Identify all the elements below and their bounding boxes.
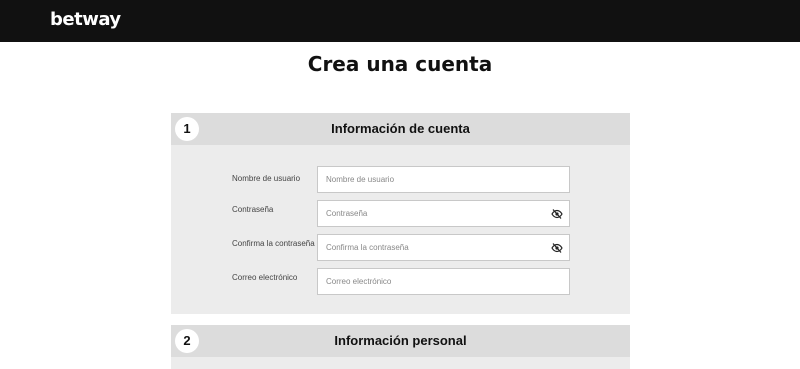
eye-slash-icon[interactable] xyxy=(551,242,563,254)
email-input[interactable] xyxy=(318,269,566,294)
email-label: Correo electrónico xyxy=(232,273,298,282)
username-row: Nombre de usuario xyxy=(171,166,630,193)
password-label: Contraseña xyxy=(232,205,274,214)
username-field-box xyxy=(317,166,570,193)
password-row: Contraseña xyxy=(171,200,630,227)
betway-logo[interactable]: betway xyxy=(50,9,121,31)
account-info-section: 1 Información de cuenta Nombre de usuari… xyxy=(171,113,630,314)
eye-slash-icon[interactable] xyxy=(551,208,563,220)
section-header: 2 Información personal xyxy=(171,325,630,357)
email-row: Correo electrónico xyxy=(171,268,630,295)
username-label: Nombre de usuario xyxy=(232,174,301,183)
personal-info-form xyxy=(171,357,630,369)
confirm-password-row: Confirma la contraseña xyxy=(171,234,630,261)
confirm-password-label: Confirma la contraseña xyxy=(232,239,315,248)
password-field-box xyxy=(317,200,570,227)
confirm-password-input[interactable] xyxy=(318,235,566,260)
section-title: Información personal xyxy=(334,333,467,348)
page-title: Crea una cuenta xyxy=(307,52,493,76)
email-field-box xyxy=(317,268,570,295)
personal-info-section: 2 Información personal xyxy=(171,325,630,369)
confirm-password-field-box xyxy=(317,234,570,261)
username-input[interactable] xyxy=(318,167,566,192)
account-info-form: Nombre de usuario Contraseña Confirma la… xyxy=(171,145,630,314)
top-navigation-bar: betway xyxy=(0,0,800,42)
password-input[interactable] xyxy=(318,201,566,226)
section-title: Información de cuenta xyxy=(331,121,470,136)
section-header: 1 Información de cuenta xyxy=(171,113,630,145)
